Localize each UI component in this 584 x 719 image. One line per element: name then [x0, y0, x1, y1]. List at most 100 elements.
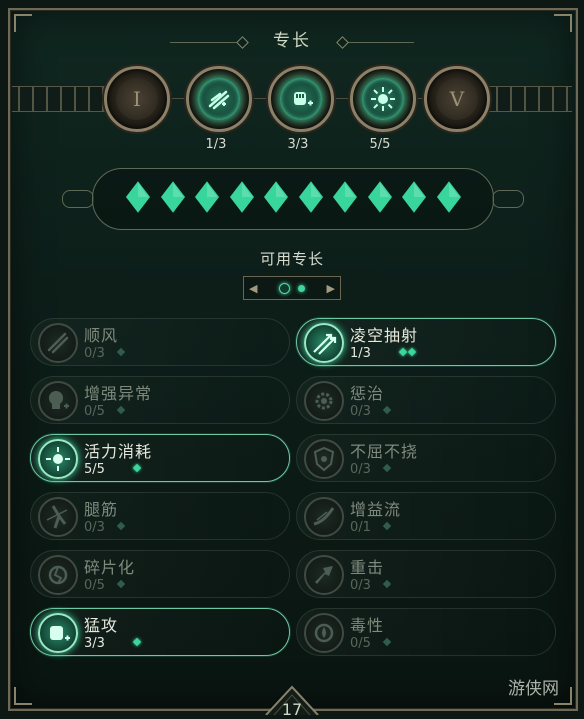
perk-rank: 0/3 — [84, 346, 105, 361]
prev-page-button[interactable]: ◀ — [249, 282, 257, 295]
wind-feathers-icon — [38, 323, 78, 363]
perk-item[interactable]: 顺风 0/3 — [30, 316, 290, 368]
perk-cost — [382, 521, 392, 531]
sun-burst-icon — [362, 78, 404, 120]
perk-name: 增益流 — [350, 500, 402, 519]
perk-cost — [382, 637, 392, 647]
page-selector: ◀ ▶ — [243, 276, 341, 300]
perk-cost — [382, 463, 392, 473]
greek-key-ornament — [476, 86, 572, 112]
perk-name: 活力消耗 — [84, 442, 153, 461]
perk-item[interactable]: 重击 0/3 — [296, 548, 556, 600]
page-title: 专长 — [273, 31, 311, 51]
perk-point-gem — [227, 179, 256, 215]
perk-point-gem — [193, 179, 221, 215]
greek-key-ornament — [12, 86, 112, 112]
frame-corner — [14, 687, 32, 705]
points-bar-cap — [492, 190, 524, 208]
perk-rank: 0/5 — [84, 404, 105, 419]
cost-pip — [382, 637, 392, 647]
perk-rank: 0/5 — [350, 636, 371, 651]
tier-1-slot[interactable]: I — [104, 66, 170, 132]
tier-3-count: 3/3 — [287, 137, 309, 152]
perk-point-gem — [365, 179, 394, 215]
perk-cost — [398, 347, 417, 357]
tier-5-slot[interactable]: V — [424, 66, 490, 132]
shatter-icon — [38, 555, 78, 595]
perk-cost — [382, 405, 392, 415]
cost-pip — [382, 463, 392, 473]
skull-plus-icon — [38, 381, 78, 421]
perk-item[interactable]: 碎片化 0/5 — [30, 548, 290, 600]
available-perks-label: 可用专长 — [259, 250, 324, 268]
perk-cost — [116, 347, 126, 357]
tier-2-slot[interactable] — [186, 66, 252, 132]
fist-plus-icon — [280, 78, 322, 120]
cost-pip — [132, 463, 142, 473]
perk-rank: 0/3 — [84, 520, 105, 535]
perk-name: 惩治 — [350, 384, 385, 403]
locked-tier-icon: I — [116, 78, 158, 120]
perk-item[interactable]: 增益流 0/1 — [296, 490, 556, 542]
perk-item[interactable]: 活力消耗 5/5 — [30, 432, 290, 484]
perk-item[interactable]: 毒性 0/5 — [296, 606, 556, 658]
swoosh-icon — [304, 497, 344, 537]
tier-2-count: 1/3 — [205, 137, 227, 152]
wind-feathers-icon — [198, 78, 240, 120]
perk-name: 增强异常 — [84, 384, 153, 403]
gear-cross-icon — [304, 381, 344, 421]
level-number: 17 — [281, 700, 303, 719]
cost-pip — [398, 347, 408, 357]
perk-name: 猛攻 — [84, 616, 119, 635]
perk-point-gem — [331, 179, 359, 215]
perk-cost — [132, 637, 142, 647]
cost-pip — [116, 405, 126, 415]
perk-point-gem — [124, 179, 152, 215]
cost-pip — [116, 521, 126, 531]
sun-burst-icon — [38, 439, 78, 479]
page-dot-1[interactable] — [279, 282, 290, 294]
perk-cost — [116, 405, 126, 415]
perk-name: 腿筋 — [84, 500, 119, 519]
cost-pip — [116, 579, 126, 589]
perk-point-gem — [158, 179, 187, 215]
perk-rank: 0/3 — [350, 462, 371, 477]
perk-item[interactable]: 不屈不挠 0/3 — [296, 432, 556, 484]
perk-point-gem — [262, 179, 290, 215]
tier-4-slot[interactable] — [350, 66, 416, 132]
perk-item[interactable]: 凌空抽射 1/3 — [296, 316, 556, 368]
perk-name: 凌空抽射 — [350, 326, 419, 345]
perk-name: 碎片化 — [84, 558, 136, 577]
page-dot-2[interactable] — [298, 284, 305, 292]
cost-pip — [382, 521, 392, 531]
perk-point-gem — [400, 179, 428, 215]
perk-rank: 0/5 — [84, 578, 105, 593]
perk-rank: 0/1 — [350, 520, 371, 535]
perk-cost — [382, 579, 392, 589]
perk-name: 重击 — [350, 558, 385, 577]
perk-name: 顺风 — [84, 326, 119, 345]
poison-drop-icon — [304, 613, 344, 653]
perk-item[interactable]: 猛攻 3/3 — [30, 606, 290, 658]
perk-cost — [116, 579, 126, 589]
fist-plus-icon — [38, 613, 78, 653]
cost-pip — [407, 347, 417, 357]
tier-3-slot[interactable] — [268, 66, 334, 132]
perk-rank: 0/3 — [350, 578, 371, 593]
cost-pip — [132, 637, 142, 647]
locked-tier-icon: V — [436, 78, 478, 120]
perk-cost — [116, 521, 126, 531]
perk-name: 不屈不挠 — [350, 442, 419, 461]
perk-item[interactable]: 腿筋 0/3 — [30, 490, 290, 542]
perk-item[interactable]: 增强异常 0/5 — [30, 374, 290, 426]
shield-burst-icon — [304, 439, 344, 479]
cost-pip — [382, 579, 392, 589]
cost-pip — [382, 405, 392, 415]
perk-point-gem — [296, 179, 325, 215]
next-page-button[interactable]: ▶ — [327, 282, 335, 295]
arrow-volley-icon — [304, 323, 344, 363]
tier-4-count: 5/5 — [369, 137, 391, 152]
perk-rank: 3/3 — [84, 636, 105, 651]
perk-item[interactable]: 惩治 0/3 — [296, 374, 556, 426]
perk-rank: 1/3 — [350, 346, 371, 361]
